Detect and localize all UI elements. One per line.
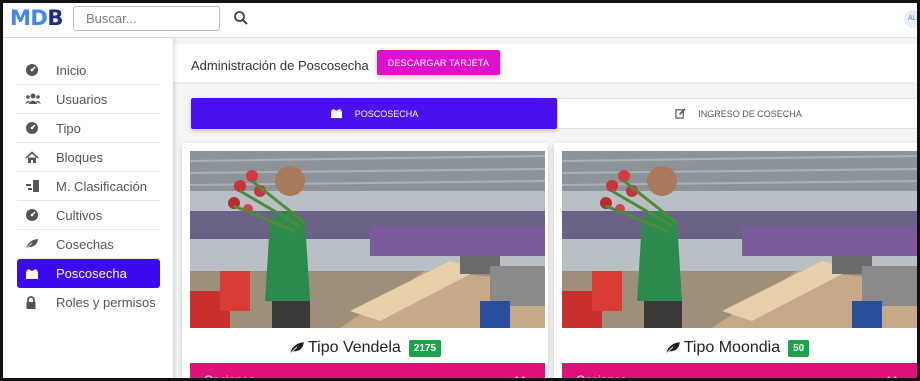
card-title-text: Tipo Moondia [683, 339, 781, 356]
download-card-button[interactable]: DESCARGAR TARJETA [377, 50, 500, 75]
tachometer-icon [25, 62, 47, 78]
card-title: Tipo Moondia 50 [554, 335, 920, 361]
product-card: Tipo Vendela 2175 Opciones [182, 143, 548, 381]
lock-icon [25, 295, 47, 311]
sidebar-item-label: Roles y permisos [56, 295, 156, 310]
leaf-icon [289, 341, 305, 355]
postharvest-photo [562, 151, 917, 328]
home-icon [25, 149, 47, 165]
sidebar-item-m-clasificacion[interactable]: M. Clasificación [17, 172, 160, 201]
mdb-logo[interactable]: MDB [10, 6, 63, 30]
sidebar-item-cosechas[interactable]: Cosechas [17, 230, 160, 259]
sidebar-item-label: Tipo [56, 120, 81, 136]
options-label: Opciones [576, 373, 627, 381]
search-input[interactable] [73, 6, 220, 31]
card-title: Tipo Vendela 2175 [182, 335, 548, 361]
sidebar-item-label: Poscosecha [56, 266, 127, 281]
tab-label: POSCOSECHA [354, 108, 419, 119]
count-badge: 50 [788, 339, 810, 357]
tachometer-icon [25, 120, 47, 136]
options-label: Opciones [204, 373, 255, 381]
search-icon[interactable] [233, 10, 249, 26]
sidebar-item-bloques[interactable]: Bloques [17, 143, 160, 172]
top-navbar: MDB AL [0, 0, 920, 38]
sidebar-item-label: Inicio [56, 62, 87, 78]
sidebar-item-usuarios[interactable]: Usuarios [17, 85, 160, 114]
users-icon [25, 91, 47, 107]
chevron-down-icon [515, 372, 525, 381]
sidebar-item-tipo[interactable]: Tipo [17, 114, 160, 143]
tab-poscosecha[interactable]: POSCOSECHA [191, 98, 557, 129]
tab-bar: POSCOSECHA INGRESO DE COSECHA [191, 98, 920, 129]
sidebar-item-inicio[interactable]: Inicio [17, 56, 160, 85]
tab-label: INGRESO DE COSECHA [698, 108, 802, 119]
tab-ingreso-de-cosecha[interactable]: INGRESO DE COSECHA [557, 98, 920, 129]
sidebar-item-roles[interactable]: Roles y permisos [17, 288, 160, 317]
chevron-down-icon [887, 372, 897, 381]
box-icon [25, 266, 47, 282]
count-badge: 2175 [408, 339, 442, 357]
sidebar-item-label: M. Clasificación [56, 178, 148, 194]
sidebar: Inicio Usuarios Tipo Bloques M. Clasific… [0, 38, 173, 381]
page-title: Administración de Poscosecha [191, 58, 369, 73]
product-card: Tipo Moondia 50 Opciones [554, 143, 920, 381]
leaf-icon [25, 236, 47, 252]
sidebar-item-poscosecha[interactable]: Poscosecha [17, 259, 160, 288]
options-dropdown[interactable]: Opciones [562, 363, 917, 381]
card-title-text: Tipo Vendela [307, 339, 401, 356]
options-dropdown[interactable]: Opciones [190, 363, 545, 381]
sidebar-item-cultivos[interactable]: Cultivos [17, 201, 160, 230]
classification-icon [25, 178, 47, 194]
box-icon [330, 108, 343, 119]
sidebar-item-label: Usuarios [56, 91, 108, 107]
user-avatar[interactable]: AL [904, 10, 920, 28]
sidebar-item-label: Cultivos [56, 207, 103, 223]
edit-icon [675, 108, 686, 119]
postharvest-photo [190, 151, 545, 328]
leaf-icon [665, 341, 681, 355]
sidebar-item-label: Cosechas [56, 236, 114, 252]
tachometer-icon [25, 207, 47, 223]
sidebar-item-label: Bloques [56, 149, 103, 165]
